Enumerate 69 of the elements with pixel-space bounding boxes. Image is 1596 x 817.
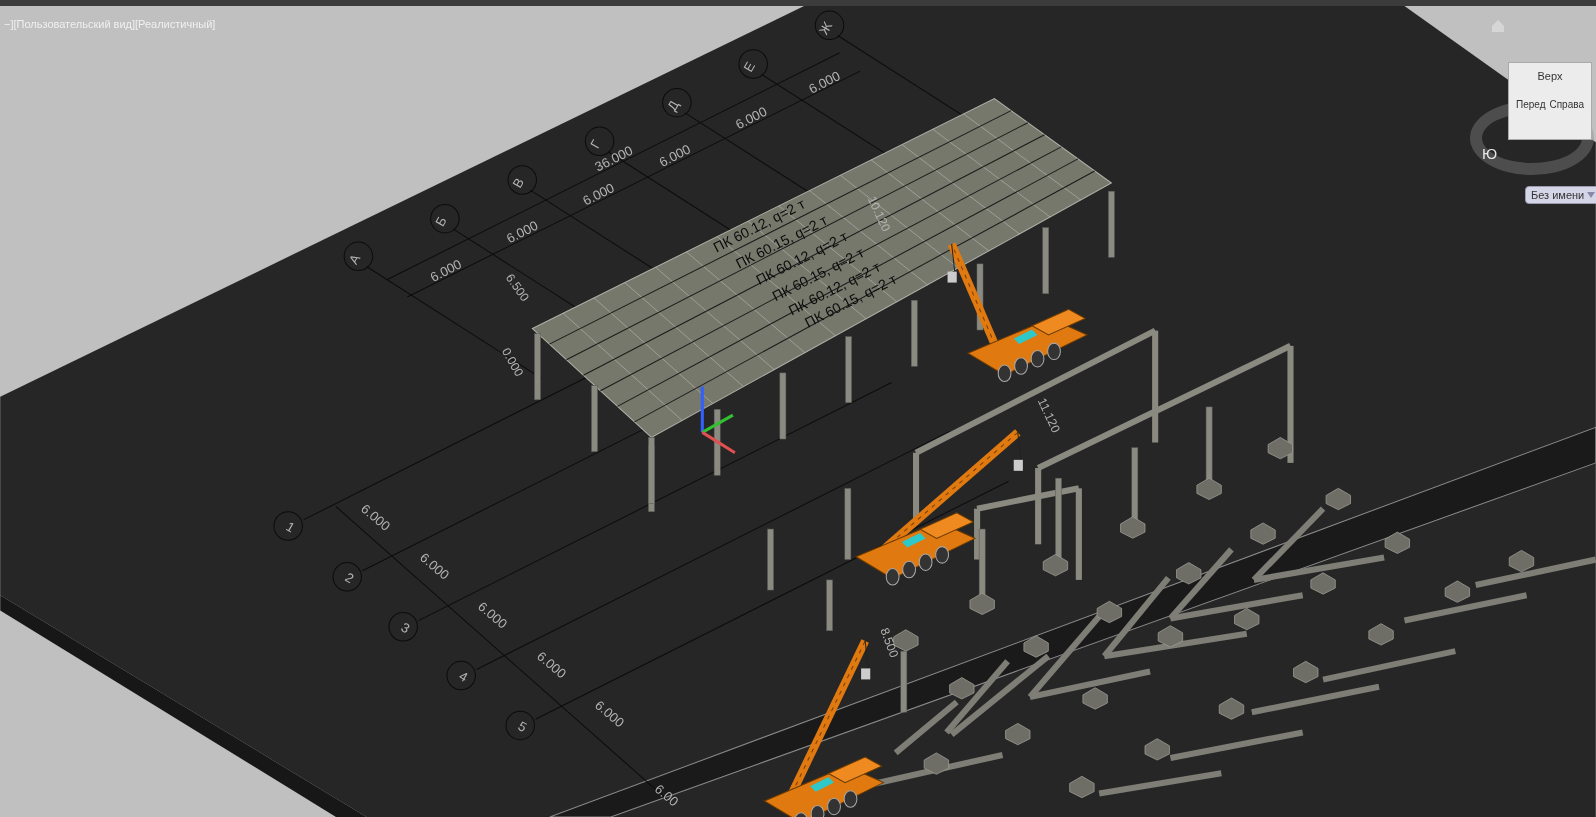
grid-axis-marker bbox=[505, 710, 535, 741]
dimension-text: 6.000 bbox=[733, 103, 770, 133]
column bbox=[534, 333, 541, 401]
grid-axis-label: А bbox=[345, 251, 364, 267]
column-footing bbox=[1005, 722, 1031, 746]
grid-axis-label: В bbox=[509, 175, 528, 191]
column bbox=[591, 385, 598, 452]
column-footing bbox=[1196, 477, 1222, 500]
grid-axis-marker bbox=[446, 660, 476, 691]
column-footing bbox=[1120, 516, 1146, 539]
view-cube-face-label[interactable]: Верх bbox=[1537, 71, 1563, 82]
column-footing bbox=[1042, 554, 1069, 577]
column-footing bbox=[1293, 660, 1319, 684]
column-footing bbox=[1234, 608, 1260, 631]
dimension-text: 6.00 bbox=[651, 781, 682, 810]
column-footing bbox=[1444, 580, 1470, 603]
grid-axis-marker bbox=[388, 611, 418, 642]
column bbox=[911, 299, 918, 367]
column-footing bbox=[1310, 572, 1336, 595]
grid-axis-label: 2 bbox=[342, 569, 357, 587]
column bbox=[844, 488, 852, 560]
column-footing bbox=[1023, 635, 1049, 658]
column-footing bbox=[1069, 775, 1095, 799]
dimension-text: 6.000 bbox=[806, 68, 843, 97]
column-footing bbox=[1325, 487, 1351, 511]
column-footing bbox=[1508, 550, 1535, 573]
view-cube-face-label[interactable]: Перед bbox=[1516, 100, 1546, 110]
column bbox=[713, 409, 721, 476]
column-footing bbox=[969, 592, 995, 615]
column-footing bbox=[1157, 625, 1184, 648]
column-footing bbox=[1368, 623, 1394, 646]
column-footing bbox=[923, 752, 949, 775]
level-mark-text: 8.500 bbox=[877, 625, 902, 660]
column bbox=[1042, 227, 1049, 294]
grid-axis-label: Ж bbox=[816, 19, 836, 38]
column-footing bbox=[1176, 562, 1202, 585]
column bbox=[826, 579, 833, 632]
column-footing bbox=[1250, 522, 1276, 545]
column-footing bbox=[949, 677, 975, 700]
compass-label[interactable]: Ю bbox=[1482, 146, 1498, 161]
column-footing bbox=[1384, 531, 1410, 554]
ucs-axes-icon bbox=[700, 386, 736, 454]
column bbox=[976, 263, 984, 331]
column bbox=[900, 650, 908, 713]
column-footing bbox=[1267, 437, 1293, 460]
column-footing bbox=[1144, 738, 1170, 761]
column bbox=[779, 372, 787, 440]
ucs-menu-button[interactable]: Без имени bbox=[1525, 186, 1596, 204]
column bbox=[1108, 190, 1115, 258]
grid-axis-label: Д bbox=[664, 97, 682, 114]
column bbox=[767, 528, 774, 591]
view-cube-face-label[interactable]: Справа bbox=[1549, 100, 1584, 110]
view-cube[interactable]: Верх Перед Справа bbox=[1508, 62, 1592, 140]
dimension-text: 6.000 bbox=[656, 141, 693, 170]
dimension-text: 6.000 bbox=[427, 256, 465, 285]
grid-axis-label: Е bbox=[740, 59, 759, 75]
column-footing bbox=[1096, 600, 1122, 624]
grid-axis-label: Б bbox=[432, 214, 450, 229]
grid-axis-label: 4 bbox=[456, 668, 471, 686]
column-footing bbox=[1218, 697, 1245, 720]
grid-axis-label: 5 bbox=[515, 718, 530, 735]
column-footing bbox=[1082, 687, 1108, 710]
column bbox=[845, 336, 852, 403]
grid-axis-label: 1 bbox=[283, 518, 298, 536]
dimension-text: 6.000 bbox=[504, 217, 541, 247]
grid-axis-label: 3 bbox=[398, 619, 413, 637]
dimension-text: 6.000 bbox=[580, 180, 617, 209]
caret-icon bbox=[1587, 192, 1596, 198]
grid-axis-marker bbox=[343, 241, 374, 272]
